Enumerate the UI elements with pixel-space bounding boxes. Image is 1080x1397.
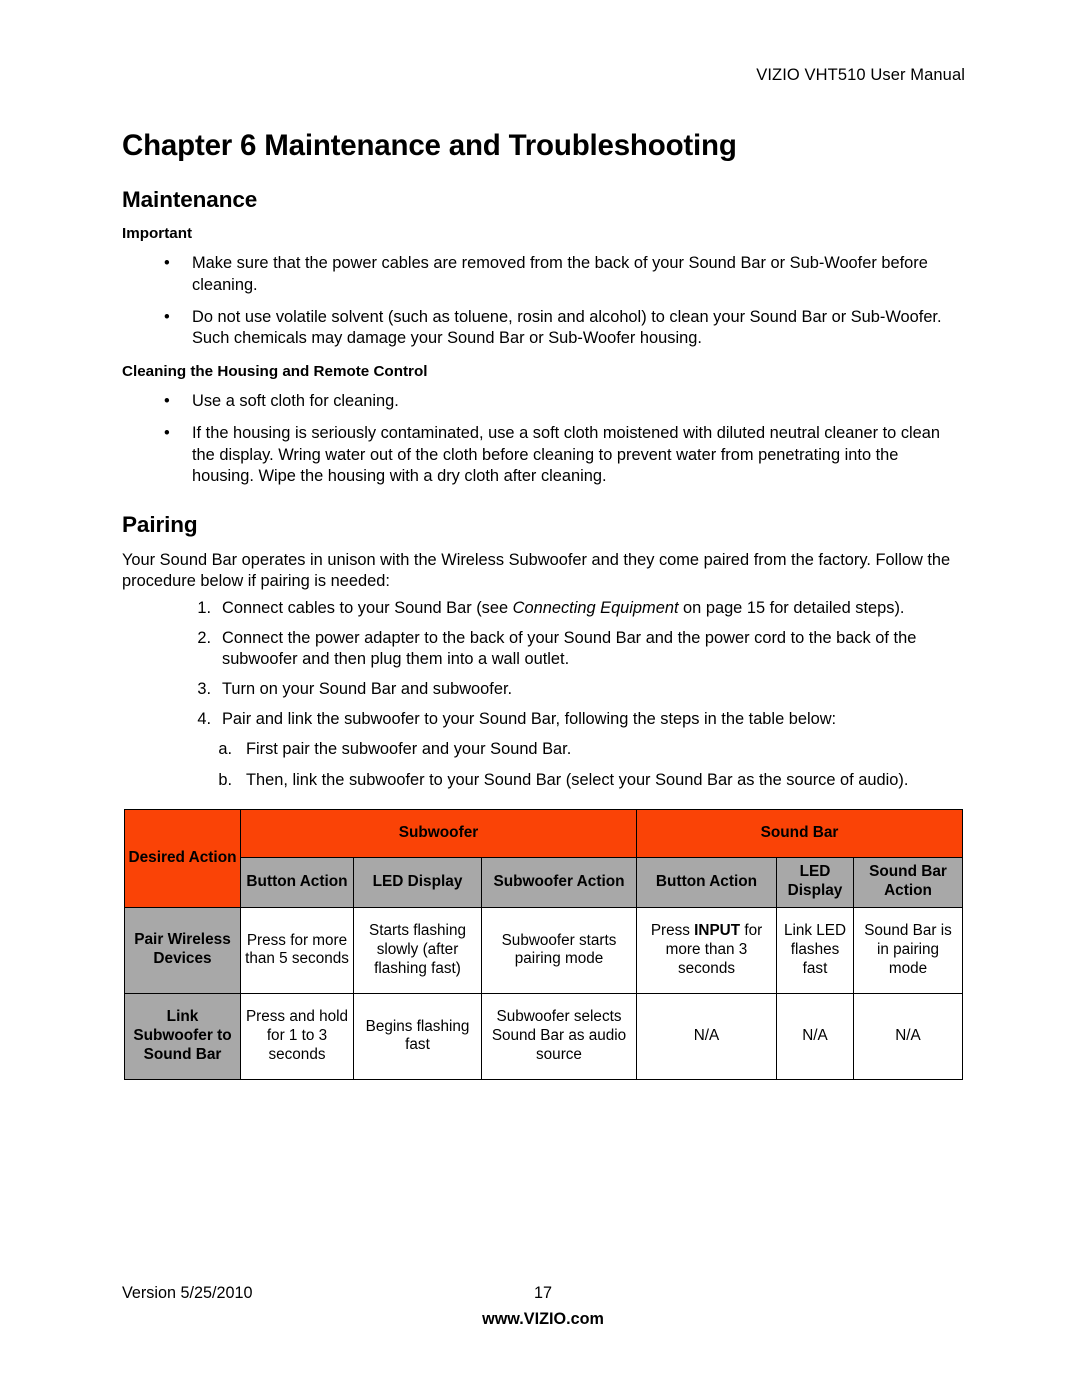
cell-sub-button-action: Press and hold for 1 to 3 seconds [240,992,354,1080]
page-footer: Version 5/25/2010 17 www.VIZIO.com [122,1284,964,1328]
cell-bar-action: Sound Bar is in pairing mode [852,906,964,994]
cell-text-bold: INPUT [694,922,741,940]
cell-sub-led-display: Starts flashing slowly (after flashing f… [353,906,482,994]
list-item: • Do not use volatile solvent (such as t… [122,307,964,349]
cell-bar-button-action: Press INPUT for more than 3 seconds [636,906,777,994]
bullet-icon: • [164,307,170,326]
document-page: VIZIO VHT510 User Manual Chapter 6 Maint… [0,0,1080,1397]
step-text-after: on page 15 for detailed steps). [678,598,905,617]
step-number: 4. [197,710,211,729]
list-item: b. Then, link the subwoofer to your Soun… [122,770,964,791]
step-text-before: Connect cables to your Sound Bar (see [222,598,513,617]
header-subwoofer-action: Subwoofer Action [481,856,637,908]
bullet-icon: • [164,254,170,273]
substep-text: First pair the subwoofer and your Sound … [246,740,572,759]
list-item: 4. Pair and link the subwoofer to your S… [122,709,964,730]
step-text: Pair and link the subwoofer to your Soun… [222,710,837,729]
substep-number: a. [218,740,232,759]
cleaning-bullet-list: • Use a soft cloth for cleaning. • If th… [122,391,964,487]
row-label-pair-wireless-devices: Pair Wireless Devices [124,906,241,994]
cell-sub-action: Subwoofer selects Sound Bar as audio sou… [481,992,637,1080]
header-group-subwoofer: Subwoofer [240,808,637,858]
pairing-table: Desired Action Subwoofer Sound Bar Butto… [124,808,964,1080]
list-item-text: If the housing is seriously contaminated… [192,424,941,485]
pairing-intro-text: Your Sound Bar operates in unison with t… [122,550,951,590]
substep-number: b. [218,770,232,789]
cell-sub-led-display: Begins flashing fast [353,992,482,1080]
row-label-link-subwoofer-to-sound-bar: Link Subwoofer to Sound Bar [124,992,241,1080]
list-item-text: Do not use volatile solvent (such as tol… [192,307,942,347]
cell-text-before: Press [650,922,695,940]
cell-sub-action: Subwoofer starts pairing mode [481,906,637,994]
header-soundbar-action: Sound Bar Action [852,856,964,908]
list-item: 3. Turn on your Sound Bar and subwoofer. [122,679,964,700]
step-number: 1. [197,598,211,617]
list-item-text: Use a soft cloth for cleaning. [192,392,399,411]
list-item: • Use a soft cloth for cleaning. [122,391,964,412]
list-item-text: Make sure that the power cables are remo… [192,254,928,294]
cell-bar-led-display: Link LED flashes fast [776,906,854,994]
footer-page-number: 17 [533,1284,552,1302]
list-item: a. First pair the subwoofer and your Sou… [122,739,964,760]
cell-bar-button-action: N/A [636,992,777,1080]
list-item: 1. Connect cables to your Sound Bar (see… [122,598,964,619]
list-item: • Make sure that the power cables are re… [122,253,964,295]
step-number: 3. [197,680,211,699]
header-soundbar-button-action: Button Action [636,856,777,908]
step-text-italic: Connecting Equipment [512,598,679,617]
pairing-table-container: Desired Action Subwoofer Sound Bar Butto… [124,808,964,1080]
header-soundbar-led-display: LED Display [776,856,854,908]
bullet-icon: • [164,424,170,443]
substep-text: Then, link the subwoofer to your Sound B… [246,770,909,789]
running-header: VIZIO VHT510 User Manual [756,66,965,84]
subheading-important: Important [122,225,193,243]
footer-top-row: Version 5/25/2010 17 [122,1284,964,1308]
page-content: Chapter 6 Maintenance and Troubleshootin… [122,129,964,1080]
header-desired-action: Desired Action [124,808,241,908]
cell-sub-button-action: Press for more than 5 seconds [240,906,354,994]
bullet-icon: • [164,392,170,411]
pairing-substeps-list: a. First pair the subwoofer and your Sou… [122,739,964,790]
list-item: 2. Connect the power adapter to the back… [122,628,964,670]
header-group-sound-bar: Sound Bar [635,808,964,858]
important-bullet-list: • Make sure that the power cables are re… [122,253,964,349]
section-heading-pairing: Pairing [122,511,198,537]
step-text: Connect the power adapter to the back of… [222,628,917,668]
table-row: Link Subwoofer to Sound Bar Press and ho… [124,992,964,1080]
chapter-title: Chapter 6 Maintenance and Troubleshootin… [122,129,737,162]
pairing-steps-list: 1. Connect cables to your Sound Bar (see… [122,598,964,731]
step-number: 2. [197,628,211,647]
header-subwoofer-button-action: Button Action [240,856,354,908]
subheading-cleaning: Cleaning the Housing and Remote Control [122,363,428,381]
table-row: Pair Wireless Devices Press for more tha… [124,906,964,994]
step-text: Turn on your Sound Bar and subwoofer. [222,680,513,699]
table-group-header-row: Desired Action Subwoofer Sound Bar [124,808,964,908]
cell-bar-led-display: N/A [776,992,854,1080]
footer-website: www.VIZIO.com [482,1310,604,1328]
table-column-header-row: Button Action LED Display Subwoofer Acti… [125,856,964,908]
cell-bar-action: N/A [852,992,964,1080]
list-item: • If the housing is seriously contaminat… [122,423,964,486]
section-heading-maintenance: Maintenance [122,187,258,213]
header-subwoofer-led-display: LED Display [353,856,482,908]
